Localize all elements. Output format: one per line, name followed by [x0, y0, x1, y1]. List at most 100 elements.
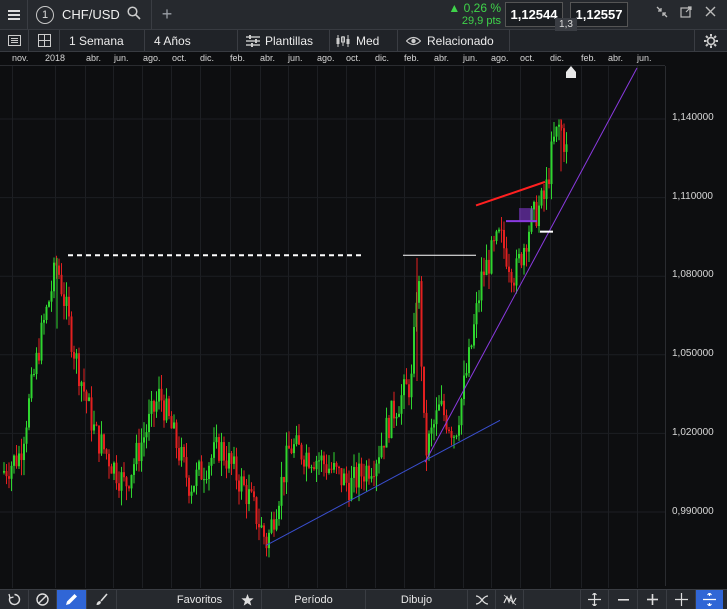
price-scale-button[interactable] [696, 589, 723, 609]
search-icon[interactable] [127, 6, 141, 23]
candle-body [298, 435, 300, 445]
candle-body [470, 345, 473, 348]
gear-icon [704, 33, 718, 48]
candle-body [43, 319, 45, 323]
price-tick: 1,140000 [672, 112, 714, 123]
candle-body [395, 416, 398, 419]
candle-body [465, 373, 468, 376]
candle-body [378, 457, 380, 464]
candle-body [135, 442, 138, 465]
time-label: dic. [375, 53, 390, 63]
price-chart[interactable] [0, 66, 665, 588]
candle-body [520, 253, 523, 266]
candle-body [418, 281, 420, 303]
candle-body [488, 259, 490, 274]
indicator-button[interactable] [468, 589, 496, 609]
resistance-red-line [475, 180, 546, 207]
studies-button[interactable] [496, 589, 524, 609]
candle-body [53, 262, 55, 292]
candle-body [198, 461, 200, 470]
add-tab-icon[interactable]: + [162, 4, 173, 25]
candle-body [110, 466, 113, 474]
candle-body [543, 190, 545, 200]
time-label: feb. [581, 53, 597, 63]
buy-price-button[interactable]: 1,12557 [570, 2, 628, 27]
wave-icon [475, 594, 488, 605]
candle-body [503, 229, 505, 249]
candle-body [113, 462, 115, 474]
candle-body [245, 484, 248, 505]
time-label: ago. [491, 53, 509, 63]
candle-body [85, 391, 88, 401]
candle-body [533, 201, 535, 210]
collapse-icon[interactable] [656, 6, 668, 21]
candle-body [120, 472, 123, 491]
candle-body [68, 296, 70, 317]
layout-button[interactable] [29, 30, 60, 51]
candle-body [185, 457, 188, 478]
window-number-badge[interactable]: 1 [36, 5, 54, 24]
period-selector[interactable]: 1 Semana [60, 30, 145, 51]
star-button[interactable] [234, 589, 262, 609]
price-type-selector[interactable]: Med [330, 30, 398, 51]
related-button[interactable]: Relacionado [398, 30, 510, 51]
candle-body [545, 179, 548, 200]
trendline-blue [265, 419, 501, 546]
candle-body [490, 240, 493, 274]
popout-icon[interactable] [680, 6, 692, 21]
settings-button[interactable] [694, 30, 727, 51]
candle-body [478, 300, 480, 304]
brush-tool-button[interactable] [87, 589, 117, 609]
candle-body [315, 460, 318, 470]
candle-body [320, 455, 323, 461]
symbol-label[interactable]: CHF/USD [62, 7, 120, 22]
candle-body [495, 231, 498, 242]
candle-body [220, 442, 223, 461]
close-icon[interactable] [705, 6, 716, 20]
time-label: jun. [637, 53, 652, 63]
candle-body [528, 231, 530, 252]
candle-body [60, 274, 63, 295]
templates-button[interactable]: Plantillas [238, 30, 330, 51]
candle-body [485, 259, 488, 276]
list-view-button[interactable] [0, 30, 29, 51]
zoom-in-button[interactable] [638, 589, 667, 609]
favorites-button[interactable]: Favoritos [166, 589, 234, 609]
hide-drawings-button[interactable] [29, 589, 57, 609]
bar-spacer [117, 590, 166, 609]
move-tool-button[interactable] [580, 589, 609, 609]
candle-body [175, 422, 178, 449]
candle-body [235, 456, 238, 481]
candle-body [218, 437, 220, 461]
menu-button[interactable] [0, 0, 28, 29]
candle-body [430, 427, 433, 434]
candle-body [35, 352, 38, 375]
triangle-up-icon: ▲ [448, 1, 461, 15]
candle-body [385, 417, 388, 448]
candle-body [263, 525, 265, 537]
zoom-out-button[interactable] [609, 589, 638, 609]
candle-body [78, 353, 80, 387]
candle-body [513, 282, 515, 286]
candle-body [223, 442, 225, 461]
candle-body [33, 374, 35, 376]
time-label: abr. [434, 53, 450, 63]
chart-toolbar: 1 Semana 4 Años Plantillas Med Relaciona… [0, 29, 727, 52]
period-button[interactable]: Período [262, 589, 366, 609]
pencil-tool-button[interactable] [57, 589, 87, 609]
candle-body [208, 465, 210, 479]
candle-body [388, 417, 390, 439]
crosshair-tool-button[interactable] [0, 589, 29, 609]
drawing-button[interactable]: Dibujo [366, 589, 468, 609]
scroll-to-end-icon[interactable] [566, 66, 576, 78]
candle-body [215, 437, 218, 443]
candle-body [3, 470, 5, 473]
time-label: dic. [550, 53, 565, 63]
candle-body [518, 253, 520, 259]
candle-body [355, 466, 358, 488]
price-tick: 0,990000 [672, 506, 714, 517]
crosshair-button[interactable] [667, 589, 696, 609]
candle-body [50, 291, 53, 302]
range-selector[interactable]: 4 Años [145, 30, 238, 51]
candle-body [128, 486, 130, 489]
